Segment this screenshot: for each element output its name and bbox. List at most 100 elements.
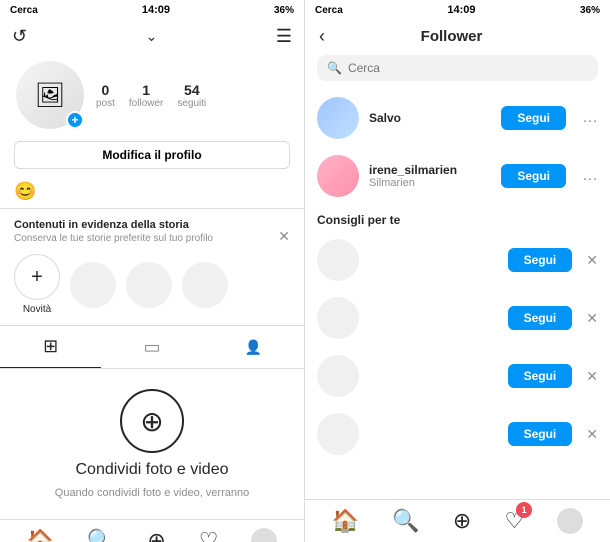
follower-item-0: Salvo Segui … [305, 89, 610, 147]
follower-avatar-img-1 [317, 155, 359, 197]
right-back-icon[interactable]: ‹ [319, 26, 325, 47]
avatar-add-button[interactable]: + [66, 111, 84, 129]
post-label: post [96, 98, 115, 109]
suggestion-avatar-2[interactable] [317, 355, 359, 397]
stat-seguiti[interactable]: 54 seguiti [177, 82, 206, 109]
edit-profile-button[interactable]: Modifica il profilo [14, 141, 290, 169]
profile-stats: 0 post 1 follower 54 seguiti [96, 82, 290, 109]
highlights-close-icon[interactable]: ✕ [278, 228, 290, 245]
suggestion-follow-button-3[interactable]: Segui [508, 422, 573, 446]
left-nav-heart-icon[interactable]: ♡ [199, 528, 219, 542]
tab-tagged[interactable]: 👤 [203, 326, 304, 368]
suggestion-avatar-3[interactable] [317, 413, 359, 455]
right-battery: 36% [580, 5, 600, 16]
highlights-text: Contenuti in evidenza della storia Conse… [14, 219, 213, 254]
left-signal: Cerca [10, 5, 38, 16]
follower-name-0: Salvo [369, 111, 491, 125]
follower-avatar-1[interactable] [317, 155, 359, 197]
left-battery: 36% [274, 5, 294, 16]
tab-reels[interactable]: ▭ [101, 326, 202, 368]
follower-avatar-0[interactable] [317, 97, 359, 139]
post-count: 0 [102, 82, 110, 98]
suggestion-avatar-0[interactable] [317, 239, 359, 281]
search-input[interactable] [348, 61, 588, 75]
highlight-circle-2 [126, 262, 172, 308]
highlights-title: Contenuti in evidenza della storia [14, 219, 213, 231]
highlight-add-circle[interactable]: + [14, 254, 60, 300]
right-time: 14:09 [447, 4, 475, 16]
suggestion-follow-button-0[interactable]: Segui [508, 248, 573, 272]
highlight-add-label: Novità [23, 304, 51, 315]
right-status-left: Cerca [315, 5, 343, 16]
highlights-subtitle: Conserva le tue storie preferite sul tuo… [14, 233, 213, 244]
back-history-icon[interactable]: ↺ [12, 26, 27, 47]
right-status-bar: Cerca 14:09 36% [305, 0, 610, 20]
right-nav-add-icon[interactable]: ⊕ [453, 508, 471, 534]
seguiti-count: 54 [184, 82, 200, 98]
right-nav-search-icon[interactable]: 🔍 [392, 508, 419, 534]
highlight-circle-3 [182, 262, 228, 308]
suggestion-item-0: Segui ✕ [305, 231, 610, 289]
left-status-bar: Cerca 14:09 36% [0, 0, 304, 20]
follower-page-title: Follower [421, 28, 483, 45]
search-icon: 🔍 [327, 61, 342, 75]
stat-post[interactable]: 0 post [96, 82, 115, 109]
suggestion-close-1[interactable]: ✕ [586, 310, 598, 327]
left-nav-profile-avatar[interactable] [251, 528, 277, 542]
suggestion-follow-button-1[interactable]: Segui [508, 306, 573, 330]
menu-icon[interactable]: ☰ [276, 26, 292, 47]
left-status-right: 36% [274, 5, 294, 16]
right-nav-profile-avatar[interactable] [557, 508, 583, 534]
avatar-wrap: 🖼 + [14, 59, 86, 131]
suggestion-close-2[interactable]: ✕ [586, 368, 598, 385]
left-nav-search-icon[interactable]: 🔍 [87, 528, 114, 542]
more-icon-1[interactable]: … [582, 167, 598, 185]
reels-icon: ▭ [143, 337, 160, 358]
content-tabs: ⊞ ▭ 👤 [0, 325, 304, 369]
right-bottom-nav: 🏠 🔍 ⊕ ♡ 1 [305, 499, 610, 542]
right-nav-home-icon[interactable]: 🏠 [332, 508, 359, 534]
left-status-left: Cerca [10, 5, 38, 16]
left-nav-add-icon[interactable]: ⊕ [147, 528, 165, 542]
empty-content-title: Condividi foto e video [76, 461, 229, 479]
tagged-icon: 👤 [245, 339, 262, 356]
follower-info-1: irene_silmarien Silmarien [369, 163, 491, 189]
follower-item-1: irene_silmarien Silmarien Segui … [305, 147, 610, 205]
grid-icon: ⊞ [43, 336, 58, 357]
highlight-item-1[interactable] [70, 262, 116, 308]
suggestion-avatar-1[interactable] [317, 297, 359, 339]
suggestion-item-2: Segui ✕ [305, 347, 610, 405]
highlight-circle-1 [70, 262, 116, 308]
follower-sub-1: Silmarien [369, 177, 491, 189]
follower-label: follower [129, 98, 163, 109]
suggestion-close-0[interactable]: ✕ [586, 252, 598, 269]
highlights-row: + Novità [14, 254, 290, 315]
add-content-button[interactable]: ⊕ [120, 389, 184, 453]
left-time: 14:09 [142, 4, 170, 16]
highlights-header: Contenuti in evidenza della storia Conse… [14, 219, 290, 254]
highlight-item-3[interactable] [182, 262, 228, 308]
suggestion-follow-button-2[interactable]: Segui [508, 364, 573, 388]
highlight-item-2[interactable] [126, 262, 172, 308]
right-nav-heart-wrap[interactable]: ♡ 1 [504, 508, 524, 534]
tab-grid[interactable]: ⊞ [0, 326, 101, 368]
search-bar[interactable]: 🔍 [317, 55, 598, 81]
follow-button-1[interactable]: Segui [501, 164, 566, 188]
highlights-section: Contenuti in evidenza della storia Conse… [0, 208, 304, 325]
more-icon-0[interactable]: … [582, 109, 598, 127]
suggestion-item-1: Segui ✕ [305, 289, 610, 347]
left-nav-home-icon[interactable]: 🏠 [27, 528, 54, 542]
highlight-add-item[interactable]: + Novità [14, 254, 60, 315]
left-panel: Cerca 14:09 36% ↺ ⌄ ☰ 🖼 + 0 post 1 follo… [0, 0, 305, 542]
profile-section: 🖼 + 0 post 1 follower 54 seguiti [0, 51, 304, 141]
right-status-right: 36% [580, 5, 600, 16]
follower-avatar-img-0 [317, 97, 359, 139]
follower-count: 1 [142, 82, 150, 98]
empty-content-subtitle: Quando condividi foto e video, verranno [55, 487, 249, 499]
username-chevron[interactable]: ⌄ [146, 28, 158, 45]
follow-button-0[interactable]: Segui [501, 106, 566, 130]
stat-follower[interactable]: 1 follower [129, 82, 163, 109]
suggestion-close-3[interactable]: ✕ [586, 426, 598, 443]
seguiti-label: seguiti [177, 98, 206, 109]
follower-list: Salvo Segui … irene_silmarien Silmarien … [305, 89, 610, 499]
